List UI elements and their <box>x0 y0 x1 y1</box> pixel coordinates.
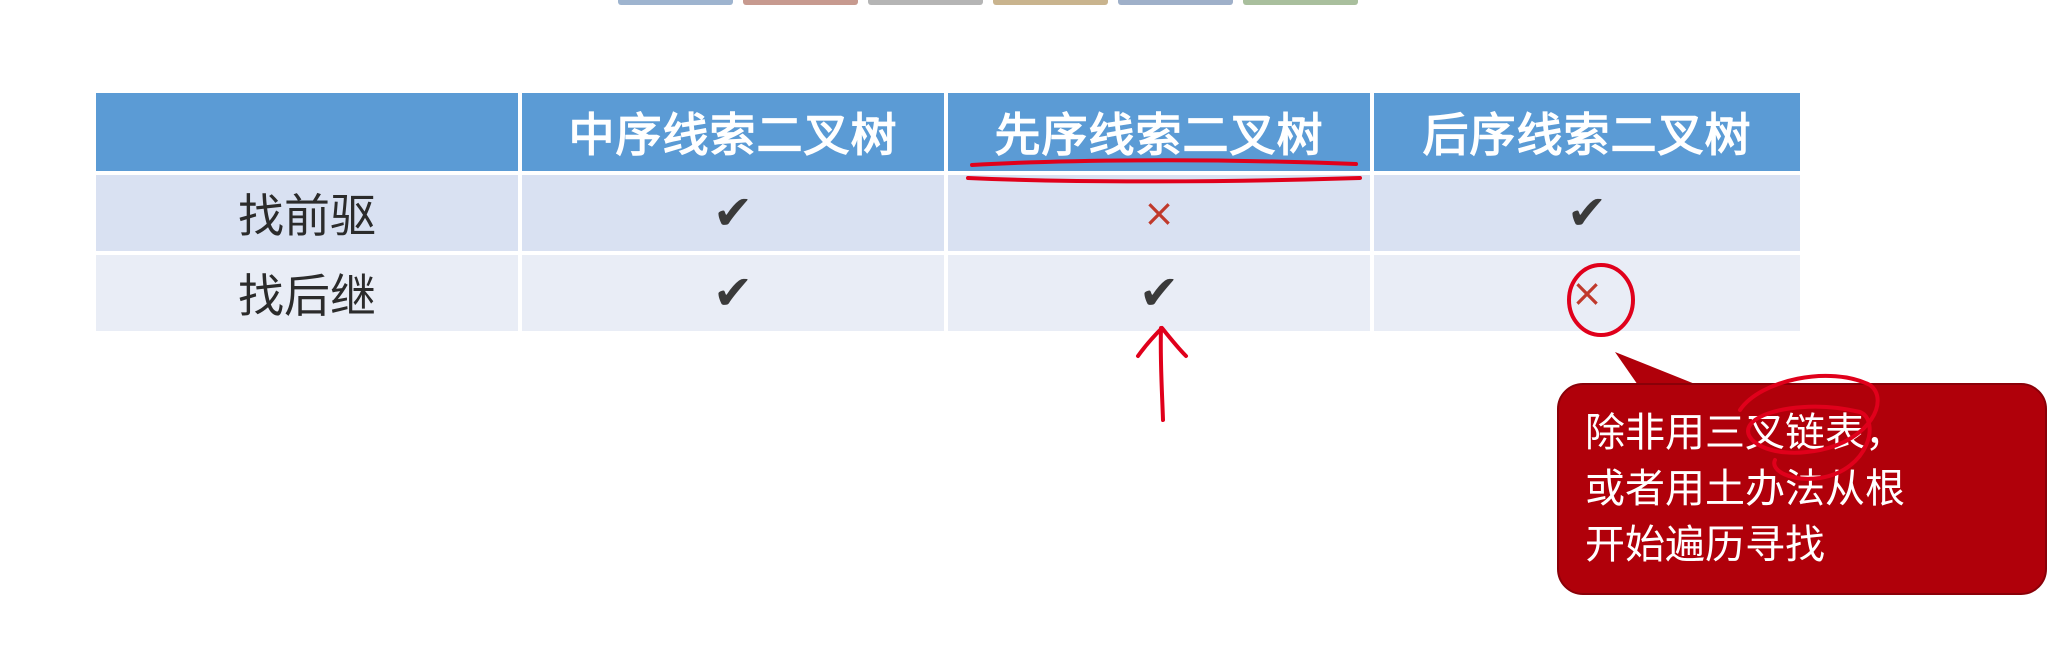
comparison-table: 中序线索二叉树 先序线索二叉树 后序线索二叉树 找前驱 ✔ × ✔ 找后继 ✔ … <box>96 93 1800 331</box>
toolbar-fragment <box>1243 0 1358 5</box>
callout-bubble: 除非用三叉链表， 或者用土办法从根 开始遍历寻找 <box>1557 383 2047 595</box>
check-icon: ✔ <box>712 185 754 241</box>
table-cell: ✔ <box>522 251 948 331</box>
table-cell: ✔ <box>522 171 948 251</box>
row-label-cell: 找前驱 <box>96 171 522 251</box>
check-icon: ✔ <box>1138 265 1180 321</box>
cross-icon: × <box>1143 191 1175 235</box>
toolbar-fragment <box>743 0 858 5</box>
table-header-row: 中序线索二叉树 先序线索二叉树 后序线索二叉树 <box>96 93 1800 171</box>
callout-line-1: 除非用三叉链表， <box>1585 410 1905 456</box>
header-label-preorder: 先序线索二叉树 <box>994 108 1324 162</box>
callout-line-3: 开始遍历寻找 <box>1585 522 1825 568</box>
arrow-annotation <box>1136 326 1188 422</box>
header-label-inorder: 中序线索二叉树 <box>568 108 898 162</box>
row-label-find-predecessor: 找前驱 <box>238 189 376 243</box>
header-cell-postorder: 后序线索二叉树 <box>1374 93 1800 171</box>
check-icon: ✔ <box>712 265 754 321</box>
row-label-cell: 找后继 <box>96 251 522 331</box>
callout-line-2: 或者用土办法从根 <box>1585 466 1905 512</box>
table-cell: × <box>1374 251 1800 331</box>
table-cell: ✔ <box>1374 171 1800 251</box>
toolbar-fragment <box>868 0 983 5</box>
table-cell: × <box>948 171 1374 251</box>
toolbar-fragment <box>1118 0 1233 5</box>
top-toolbar-fragments <box>618 0 1358 5</box>
header-label-postorder: 后序线索二叉树 <box>1422 108 1752 162</box>
cross-icon: × <box>1571 271 1603 315</box>
toolbar-fragment <box>618 0 733 5</box>
header-cell-preorder: 先序线索二叉树 <box>948 93 1374 171</box>
header-corner-cell <box>96 93 522 171</box>
check-icon: ✔ <box>1566 185 1608 241</box>
row-label-find-successor: 找后继 <box>238 269 376 323</box>
toolbar-fragment <box>993 0 1108 5</box>
table-cell: ✔ <box>948 251 1374 331</box>
table-row-find-successor: 找后继 ✔ ✔ × <box>96 251 1800 331</box>
table-row-find-predecessor: 找前驱 ✔ × ✔ <box>96 171 1800 251</box>
header-cell-inorder: 中序线索二叉树 <box>522 93 948 171</box>
